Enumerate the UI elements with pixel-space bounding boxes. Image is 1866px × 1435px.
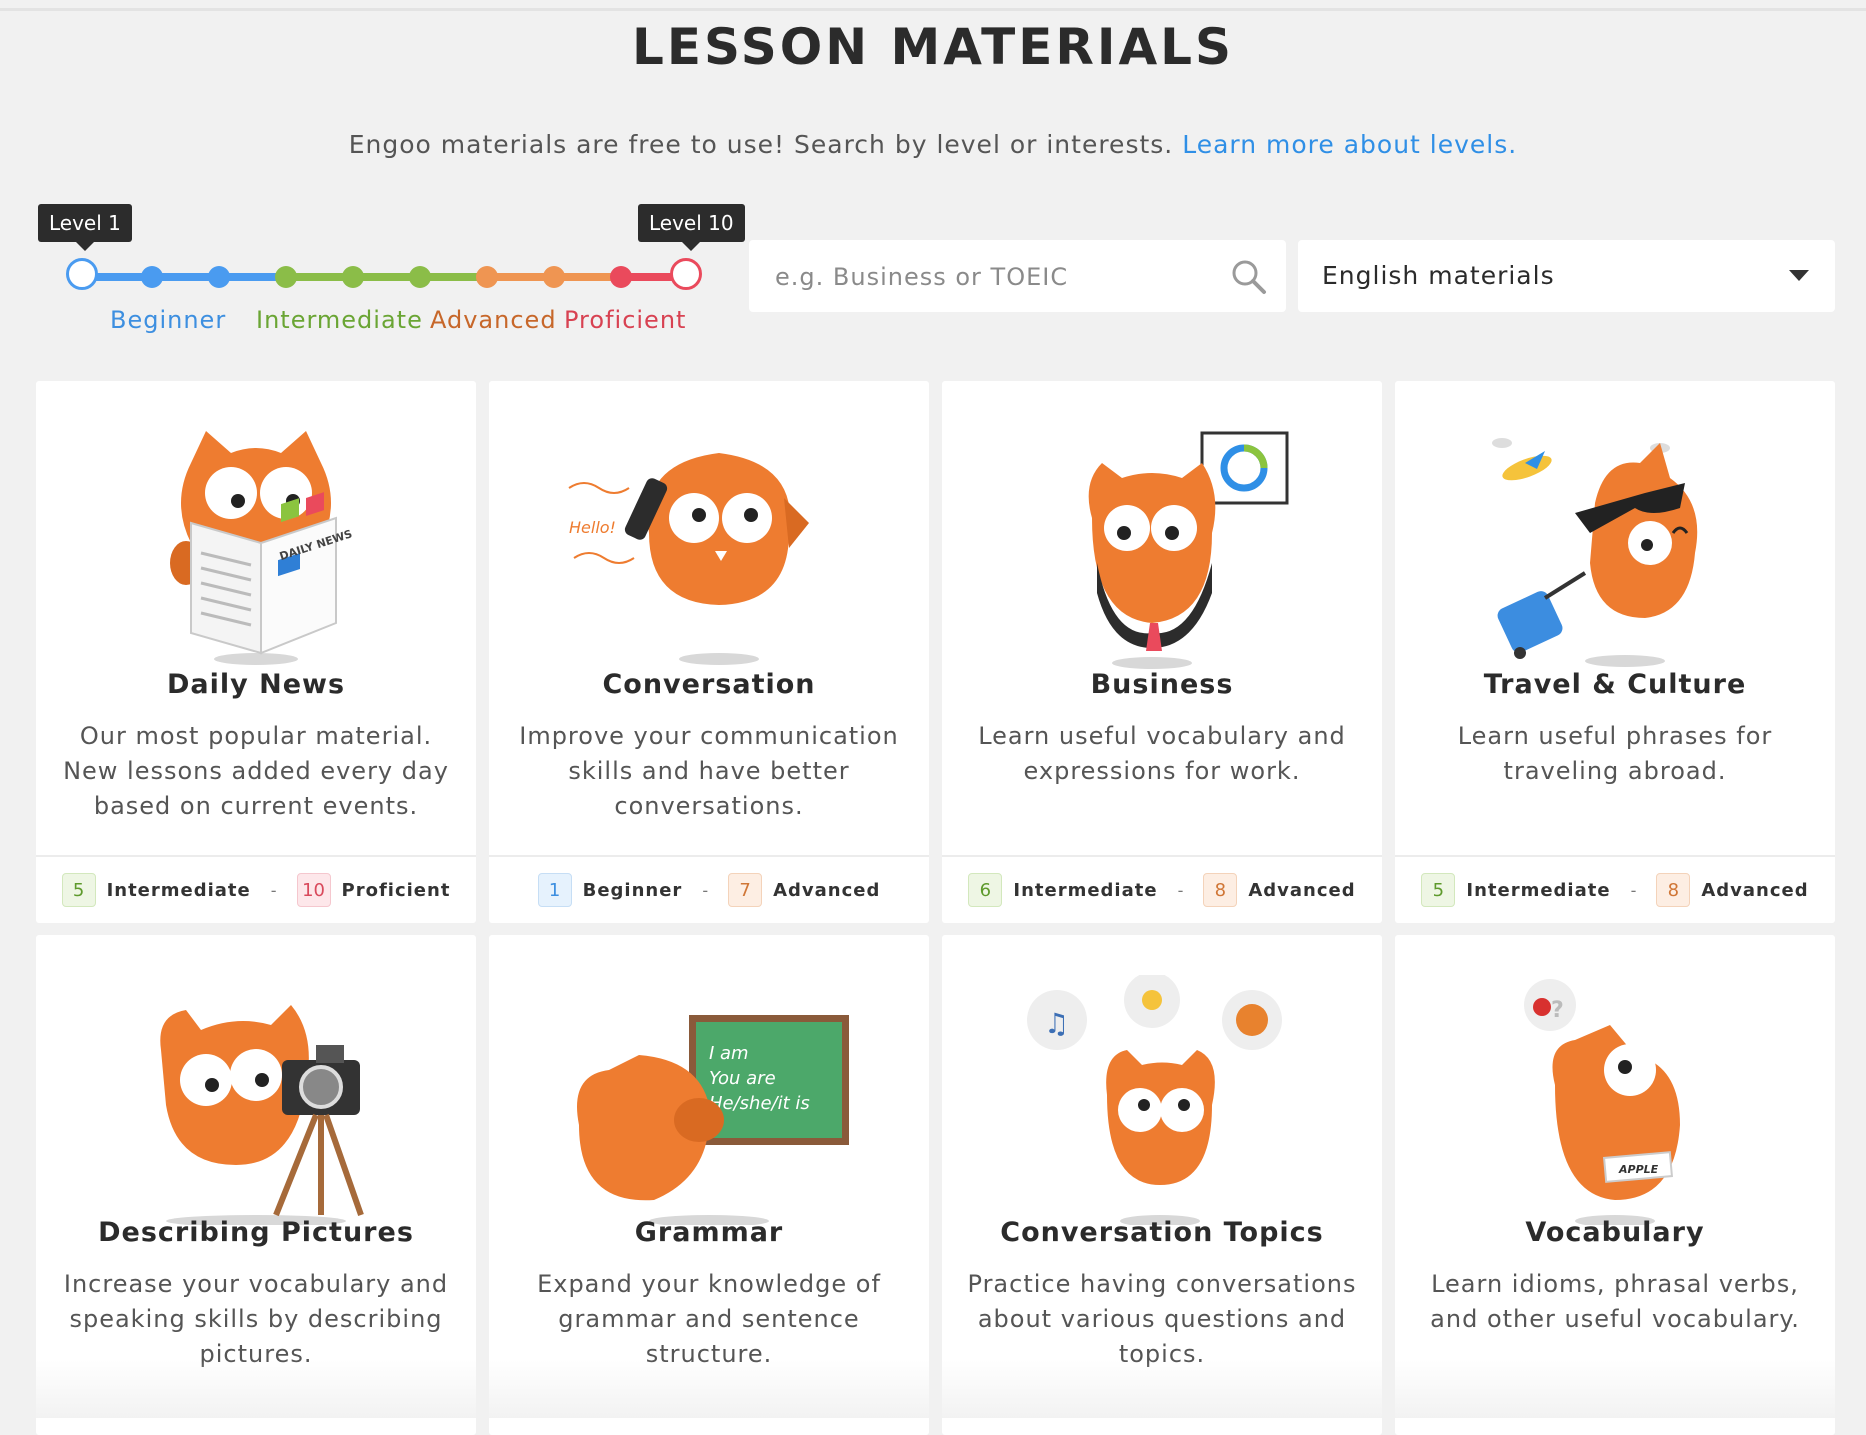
card-description: Expand your knowledge of grammar and sen… (537, 1270, 881, 1368)
chevron-down-icon (1789, 270, 1809, 281)
max-level-handle[interactable] (670, 258, 702, 290)
level-4-stop[interactable] (275, 266, 297, 288)
svg-text:?: ? (1551, 998, 1564, 1023)
max-level-name: Advanced (773, 879, 881, 901)
max-level-badge: 8 (1656, 873, 1691, 907)
card-description: Learn useful phrases for traveling abroa… (1457, 722, 1773, 785)
range-dash: - (702, 880, 709, 900)
music-note-icon: ♫ (1044, 1007, 1069, 1040)
card-description: Improve your communication skills and ha… (519, 722, 899, 820)
card-title: Grammar (634, 1217, 784, 1248)
chalk-line-2: You are (709, 1068, 776, 1089)
card-level-range: 6 Intermediate - 8 Advanced (942, 855, 1382, 923)
category-card-daily-news[interactable]: DAILY NEWS Daily News Our most popular m… (36, 381, 476, 923)
hello-art-text: Hello! (569, 518, 616, 537)
card-level-range: 1 Beginner - 7 Advanced (489, 855, 929, 923)
apple-card-text: APPLE (1618, 1163, 1659, 1176)
chalk-line-3: He/she/it is (709, 1093, 810, 1114)
search-box (749, 240, 1286, 312)
card-title: Conversation (602, 669, 816, 700)
max-level-badge: 10 (296, 873, 331, 907)
category-card-business[interactable]: Business Learn useful vocabulary and exp… (942, 381, 1382, 923)
level-6-stop[interactable] (409, 266, 431, 288)
range-dash: - (1630, 880, 1637, 900)
min-level-name: Beginner (582, 879, 683, 901)
level-7-stop[interactable] (476, 266, 498, 288)
search-icon[interactable] (1230, 258, 1268, 296)
level-8-stop[interactable] (543, 266, 565, 288)
category-card-conversation[interactable]: Hello! Conversation Improve your communi… (489, 381, 929, 923)
owl-on-phone-icon: Hello! (568, 453, 809, 665)
search-input[interactable] (773, 256, 1217, 298)
subtitle-text: Engoo materials are free to use! Search … (348, 130, 1174, 159)
intermediate-label: Intermediate (256, 306, 423, 334)
owl-with-thought-bubbles-icon: ♫ (1027, 975, 1282, 1225)
card-level-range: 5 Intermediate - 8 Advanced (1395, 855, 1835, 923)
min-level-handle[interactable] (66, 258, 98, 290)
card-description: Learn useful vocabulary and expressions … (978, 722, 1346, 785)
owl-with-camera-icon (160, 1005, 364, 1225)
card-description: Practice having conversations about vari… (967, 1270, 1357, 1368)
category-card-travel-culture[interactable]: Travel & Culture Learn useful phrases fo… (1395, 381, 1835, 923)
max-level-tooltip: Level 10 (638, 204, 745, 251)
max-level-name: Proficient (341, 879, 451, 901)
owl-with-suitcase-icon (1492, 438, 1698, 667)
owl-with-word-card-icon: ? APPLE (1524, 979, 1680, 1225)
level-5-stop[interactable] (342, 266, 364, 288)
min-level-name: Intermediate (1013, 879, 1158, 901)
level-9-stop[interactable] (610, 266, 632, 288)
page-title: LESSON MATERIALS (631, 18, 1235, 76)
chalk-line-1: I am (709, 1043, 749, 1064)
max-level-name: Advanced (1248, 879, 1356, 901)
owl-at-chalkboard-icon: I am You are He/she/it is (577, 1015, 849, 1225)
top-rule (0, 8, 1866, 11)
beginner-label: Beginner (110, 306, 227, 334)
card-description: Learn idioms, phrasal verbs, and other u… (1430, 1270, 1800, 1333)
proficient-label: Proficient (564, 306, 687, 334)
language-select[interactable]: English materials (1298, 240, 1835, 312)
card-level-range: 5 Intermediate - 10 Proficient (36, 855, 476, 923)
owl-reading-newspaper-icon: DAILY NEWS (170, 431, 354, 665)
card-description: Increase your vocabulary and speaking sk… (63, 1270, 449, 1368)
range-dash: - (1177, 880, 1184, 900)
max-level-name: Advanced (1701, 879, 1809, 901)
level-2-stop[interactable] (141, 266, 163, 288)
min-level-tooltip: Level 1 (38, 204, 132, 251)
card-title: Travel & Culture (1483, 669, 1747, 700)
max-level-badge: 8 (1203, 873, 1238, 907)
bottom-fade-overlay (0, 1360, 1866, 1418)
card-title: Describing Pictures (98, 1217, 414, 1248)
min-level-badge: 5 (1421, 873, 1456, 907)
card-title: Daily News (166, 669, 346, 700)
min-level-badge: 5 (61, 873, 96, 907)
beginner-track-segment[interactable] (86, 273, 286, 281)
level-3-stop[interactable] (208, 266, 230, 288)
language-select-value: English materials (1322, 261, 1555, 290)
owl-presenting-chart-icon (1088, 431, 1289, 669)
card-title: Conversation Topics (1000, 1217, 1324, 1248)
min-level-badge: 1 (537, 873, 572, 907)
min-level-badge: 6 (968, 873, 1003, 907)
learn-more-levels-link[interactable]: Learn more about levels. (1182, 130, 1517, 159)
min-level-name: Intermediate (106, 879, 251, 901)
max-level-badge: 7 (728, 873, 763, 907)
page-subtitle: Engoo materials are free to use! Search … (0, 130, 1866, 159)
card-title: Vocabulary (1525, 1217, 1705, 1248)
range-dash: - (270, 880, 277, 900)
intermediate-track-segment[interactable] (286, 273, 488, 281)
advanced-label: Advanced (430, 306, 557, 334)
card-title: Business (1090, 669, 1234, 700)
level-range-slider[interactable]: Level 1 Level 10 Beginner Intermediate A… (36, 200, 745, 340)
min-level-name: Intermediate (1466, 879, 1611, 901)
card-description: Our most popular material. New lessons a… (63, 722, 449, 820)
